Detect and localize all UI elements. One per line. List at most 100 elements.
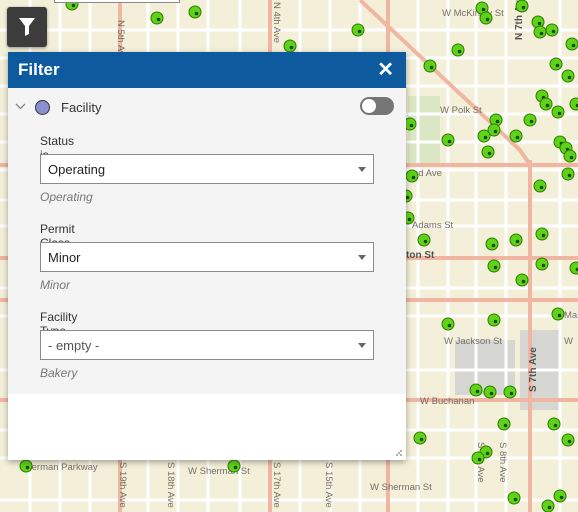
facility-marker[interactable] <box>547 417 561 431</box>
facility-marker-center <box>541 263 546 268</box>
facility-marker[interactable] <box>351 23 365 37</box>
facility-marker[interactable] <box>441 133 455 147</box>
facility-marker-center <box>156 17 161 22</box>
facility-marker[interactable] <box>523 113 537 127</box>
facility-marker[interactable] <box>441 317 455 331</box>
facility-marker[interactable] <box>549 57 563 71</box>
permit-class-hint: Minor <box>40 278 71 292</box>
facility-marker[interactable] <box>227 459 241 473</box>
facility-marker[interactable] <box>471 451 485 465</box>
facility-marker[interactable] <box>515 0 529 13</box>
facility-marker[interactable] <box>561 167 575 181</box>
facility-marker-center <box>557 111 562 116</box>
facility-marker[interactable] <box>417 233 431 247</box>
facility-marker[interactable] <box>565 37 578 51</box>
facility-marker[interactable] <box>541 499 555 512</box>
facility-marker-center <box>515 135 520 140</box>
facility-marker[interactable] <box>545 23 559 37</box>
facility-marker-center <box>487 151 492 156</box>
filter-widget-button[interactable] <box>7 7 47 47</box>
facility-marker[interactable] <box>413 431 427 445</box>
facility-marker-center <box>539 31 544 36</box>
facility-marker-center <box>423 239 428 244</box>
filter-panel-header: Filter ✕ <box>8 52 406 88</box>
facility-marker-center <box>409 123 414 128</box>
facility-marker[interactable] <box>551 307 565 321</box>
facility-marker-center <box>545 103 550 108</box>
facility-marker[interactable] <box>509 233 523 247</box>
facility-marker[interactable] <box>487 313 501 327</box>
panel-title: Filter <box>18 60 60 79</box>
facility-marker-center <box>493 129 498 134</box>
label-w-buchanan: W Buchanan <box>420 396 474 407</box>
close-icon[interactable]: ✕ <box>377 60 394 80</box>
facility-marker[interactable] <box>477 129 491 143</box>
status-hint: Operating <box>40 190 93 204</box>
facility-marker[interactable] <box>503 385 517 399</box>
label-washington: ton St <box>406 250 435 261</box>
facility-marker-center <box>503 423 508 428</box>
facility-marker[interactable] <box>150 11 164 25</box>
permit-class-select[interactable]: Minor <box>40 242 374 272</box>
label-w-mckinley: W McKinley St <box>442 8 504 19</box>
facility-marker-center <box>559 495 564 500</box>
facility-marker-center <box>567 439 572 444</box>
facility-marker[interactable] <box>423 59 437 73</box>
facility-marker[interactable] <box>563 149 577 163</box>
facility-marker[interactable] <box>19 459 33 473</box>
facility-marker[interactable] <box>451 43 465 57</box>
facility-marker-center <box>557 313 562 318</box>
facility-marker[interactable] <box>533 25 547 39</box>
facility-marker-center <box>537 21 542 26</box>
facility-marker[interactable] <box>479 11 493 25</box>
filter-funnel-icon <box>19 18 35 36</box>
facility-marker[interactable] <box>485 237 499 251</box>
facility-marker-center <box>493 265 498 270</box>
label-s-17th: S 17th Ave <box>271 462 282 508</box>
facility-marker[interactable] <box>507 491 521 505</box>
facility-marker-center <box>569 155 574 160</box>
label-w-jackson: W Jackson St <box>444 336 502 347</box>
facility-marker-center <box>485 17 490 22</box>
facility-marker[interactable] <box>509 129 523 143</box>
facility-marker[interactable] <box>539 97 553 111</box>
chevron-down-icon[interactable] <box>15 101 26 112</box>
layer-toggle-switch[interactable] <box>360 97 394 115</box>
facility-marker-center <box>71 3 76 8</box>
facility-marker[interactable] <box>481 145 495 159</box>
dropdown-arrow-icon <box>358 343 366 348</box>
facility-marker[interactable] <box>533 179 547 193</box>
facility-type-select[interactable]: - empty - <box>40 330 374 360</box>
facility-marker[interactable] <box>469 383 483 397</box>
facility-marker-center <box>429 65 434 70</box>
facility-marker-center <box>521 279 526 284</box>
filter-panel-body: Facility Status is Operating Operating P… <box>8 88 406 394</box>
label-w-polk: W Polk St <box>440 105 482 116</box>
facility-marker-center <box>447 323 452 328</box>
label-w-sherman-2: W Sherman St <box>370 482 432 493</box>
facility-marker-center <box>289 45 294 50</box>
label-s-8th: S 8th Ave <box>497 442 508 483</box>
facility-marker[interactable] <box>487 259 501 273</box>
permit-class-select-value: Minor <box>48 249 81 265</box>
facility-marker[interactable] <box>483 385 497 399</box>
facility-marker[interactable] <box>553 489 567 503</box>
facility-marker[interactable] <box>405 169 419 183</box>
facility-marker[interactable] <box>283 39 297 53</box>
facility-marker-center <box>481 7 486 12</box>
status-select[interactable]: Operating <box>40 154 374 184</box>
label-mac: Mac <box>564 310 578 321</box>
facility-marker[interactable] <box>497 417 511 431</box>
resize-handle-icon[interactable] <box>395 449 403 457</box>
facility-marker[interactable] <box>515 273 529 287</box>
facility-marker-center <box>194 11 199 16</box>
facility-marker[interactable] <box>551 105 565 119</box>
facility-marker[interactable] <box>561 69 575 83</box>
facility-marker[interactable] <box>535 257 549 271</box>
facility-type-select-value: - empty - <box>48 337 100 353</box>
label-s-19th: S 19th Ave <box>117 462 128 508</box>
facility-marker[interactable] <box>561 433 575 447</box>
facility-marker[interactable] <box>535 227 549 241</box>
label-s-15th: S 15th Ave <box>323 462 334 508</box>
facility-marker[interactable] <box>188 5 202 19</box>
